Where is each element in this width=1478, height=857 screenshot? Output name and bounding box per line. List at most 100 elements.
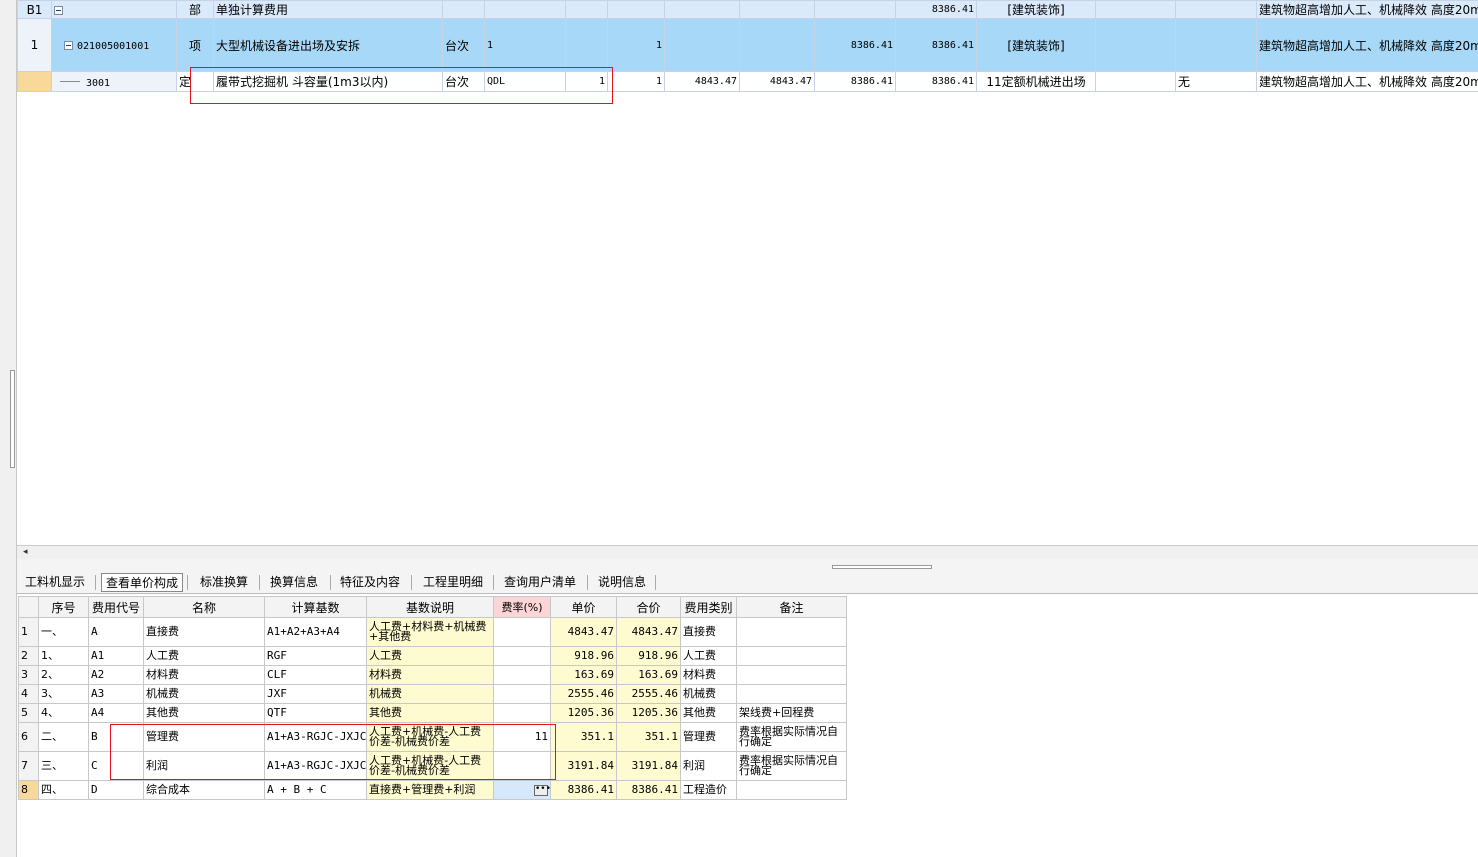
base-cell[interactable]: A1+A2+A3+A4 xyxy=(264,617,367,647)
seq-cell[interactable]: 4、 xyxy=(38,703,89,723)
code-cell[interactable]: A3 xyxy=(88,684,144,704)
c2-cell[interactable] xyxy=(1175,18,1257,72)
tab-features[interactable]: 特征及内容 xyxy=(336,573,404,592)
header-seq[interactable]: 序号 xyxy=(38,596,89,618)
name-cell[interactable]: 综合成本 xyxy=(143,780,265,800)
seq-cell[interactable]: 一、 xyxy=(38,617,89,647)
major-cell[interactable]: [建筑装饰] xyxy=(976,0,1096,19)
name-cell[interactable]: 机械费 xyxy=(143,684,265,704)
base-cell[interactable]: CLF xyxy=(264,665,367,685)
header-name[interactable]: 名称 xyxy=(143,596,265,618)
major-cell[interactable]: [建筑装饰] xyxy=(976,18,1096,72)
category-cell[interactable]: 工程造价 xyxy=(680,780,737,800)
name-cell[interactable]: 管理费 xyxy=(143,722,265,752)
remark-cell[interactable]: 建筑物超高增加人工、机械降效 高度20m xyxy=(1256,71,1478,92)
c1-cell[interactable] xyxy=(1095,71,1176,92)
code-cell[interactable]: B xyxy=(88,722,144,752)
seq-cell[interactable]: 2、 xyxy=(38,665,89,685)
header-total[interactable]: 合价 xyxy=(616,596,681,618)
unit-cell[interactable]: 台次 xyxy=(442,18,485,72)
name-cell[interactable]: 直接费 xyxy=(143,617,265,647)
note-cell[interactable] xyxy=(736,617,847,647)
rate-cell[interactable] xyxy=(493,665,551,685)
base-cell[interactable]: QTF xyxy=(264,703,367,723)
left-splitter[interactable] xyxy=(0,0,17,857)
tab-notes[interactable]: 说明信息 xyxy=(594,573,650,592)
tab-user-list[interactable]: 查询用户清单 xyxy=(500,573,580,592)
header-unit-price[interactable]: 单价 xyxy=(550,596,617,618)
remark-cell[interactable]: 建筑物超高增加人工、机械降效 高度20m xyxy=(1256,18,1478,72)
code-cell[interactable]: A4 xyxy=(88,703,144,723)
qty-cell[interactable]: 1 xyxy=(565,71,608,92)
category-cell[interactable]: 直接费 xyxy=(680,617,737,647)
collapse-box-icon[interactable] xyxy=(54,5,63,15)
note-cell[interactable]: 费率根据实际情况自行确定 xyxy=(736,751,847,781)
cost-row[interactable]: 4 3、 A3 机械费 JXF 机械费 2555.46 2555.46 机械费 xyxy=(18,684,847,704)
qty-expr-cell[interactable]: QDL xyxy=(484,71,566,92)
seq-cell[interactable]: 3、 xyxy=(38,684,89,704)
remark-cell[interactable]: 建筑物超高增加人工、机械降效 高度20m xyxy=(1256,0,1478,19)
qty-expr-cell[interactable]: 1 xyxy=(484,18,566,72)
rate-cell[interactable] xyxy=(493,617,551,647)
c2-cell[interactable] xyxy=(1175,0,1257,19)
category-cell[interactable]: 利润 xyxy=(680,751,737,781)
seq-cell[interactable]: 二、 xyxy=(38,722,89,752)
splitter-grip[interactable] xyxy=(10,370,15,468)
work-qty-cell[interactable]: 1 xyxy=(607,71,665,92)
c2-cell[interactable]: 无 xyxy=(1175,71,1257,92)
c1-cell[interactable] xyxy=(1095,18,1176,72)
work-qty-cell[interactable] xyxy=(607,0,665,19)
rate-cell[interactable] xyxy=(493,703,551,723)
name-cell[interactable]: 材料费 xyxy=(143,665,265,685)
rate-cell[interactable] xyxy=(493,751,551,781)
cost-row[interactable]: 1 一、 A 直接费 A1+A2+A3+A4 人工费+材料费+机械费+其他费 4… xyxy=(18,617,847,647)
note-cell[interactable] xyxy=(736,665,847,685)
name-cell[interactable]: 人工费 xyxy=(143,646,265,666)
header-code[interactable]: 费用代号 xyxy=(88,596,144,618)
base-cell[interactable]: A1+A3-RGJC-JXJC xyxy=(264,722,367,752)
cost-row[interactable]: 7 三、 C 利润 A1+A3-RGJC-JXJC 人工费+机械费-人工费价差-… xyxy=(18,751,847,781)
header-category[interactable]: 费用类别 xyxy=(680,596,737,618)
horizontal-scrollbar[interactable]: ◂ xyxy=(17,545,1478,559)
code-cell[interactable]: C xyxy=(88,751,144,781)
header-note[interactable]: 备注 xyxy=(736,596,847,618)
rate-cell[interactable]: ••• xyxy=(493,780,551,800)
bill-row-1[interactable]: 1 021005001001 项 大型机械设备进出场及安拆 台次 1 1 838… xyxy=(17,18,1478,72)
tab-unit-price-composition[interactable]: 查看单价构成 xyxy=(101,573,184,592)
cost-row[interactable]: 5 4、 A4 其他费 QTF 其他费 1205.36 1205.36 其他费 … xyxy=(18,703,847,723)
major-cell[interactable]: 11定额机械进出场 xyxy=(976,71,1096,92)
note-cell[interactable] xyxy=(736,646,847,666)
bill-row-b1[interactable]: B1 部 单独计算费用 8386.41 [建筑装饰] 建筑物超高增加人工、机械降… xyxy=(17,0,1478,19)
category-cell[interactable]: 管理费 xyxy=(680,722,737,752)
note-cell[interactable] xyxy=(736,780,847,800)
category-cell[interactable]: 人工费 xyxy=(680,646,737,666)
cost-row[interactable]: 2 1、 A1 人工费 RGF 人工费 918.96 918.96 人工费 xyxy=(18,646,847,666)
base-cell[interactable]: RGF xyxy=(264,646,367,666)
category-cell[interactable]: 材料费 xyxy=(680,665,737,685)
header-rate[interactable]: 费率(%) xyxy=(493,596,551,618)
collapse-box-icon[interactable] xyxy=(64,41,73,50)
name-cell[interactable]: 利润 xyxy=(143,751,265,781)
code-cell[interactable]: A2 xyxy=(88,665,144,685)
base-cell[interactable]: A + B + C xyxy=(264,780,367,800)
note-cell[interactable]: 费率根据实际情况自行确定 xyxy=(736,722,847,752)
tab-quantity-detail[interactable]: 工程里明细 xyxy=(419,573,487,592)
base-cell[interactable]: A1+A3-RGJC-JXJC xyxy=(264,751,367,781)
name-cell[interactable]: 大型机械设备进出场及安拆 xyxy=(213,18,443,72)
name-cell[interactable]: 履带式挖掘机 斗容量(1m3以内) xyxy=(213,71,443,92)
qty-cell[interactable] xyxy=(565,18,608,72)
code-cell[interactable]: A1 xyxy=(88,646,144,666)
name-cell[interactable]: 单独计算费用 xyxy=(213,0,443,19)
c1-cell[interactable] xyxy=(1095,0,1176,19)
base-cell[interactable]: JXF xyxy=(264,684,367,704)
bill-row-3001[interactable]: 3001 定 履带式挖掘机 斗容量(1m3以内) 台次 QDL 1 1 4843… xyxy=(17,71,1478,92)
code-cell[interactable]: D xyxy=(88,780,144,800)
qty-cell[interactable] xyxy=(565,0,608,19)
header-base-desc[interactable]: 基数说明 xyxy=(366,596,494,618)
seq-cell[interactable]: 三、 xyxy=(38,751,89,781)
cost-row[interactable]: 6 二、 B 管理费 A1+A3-RGJC-JXJC 人工费+机械费-人工费价差… xyxy=(18,722,847,752)
note-cell[interactable]: 架线费+回程费 xyxy=(736,703,847,723)
category-cell[interactable]: 机械费 xyxy=(680,684,737,704)
rate-cell[interactable] xyxy=(493,646,551,666)
ellipsis-button-icon[interactable]: ••• xyxy=(534,784,550,796)
